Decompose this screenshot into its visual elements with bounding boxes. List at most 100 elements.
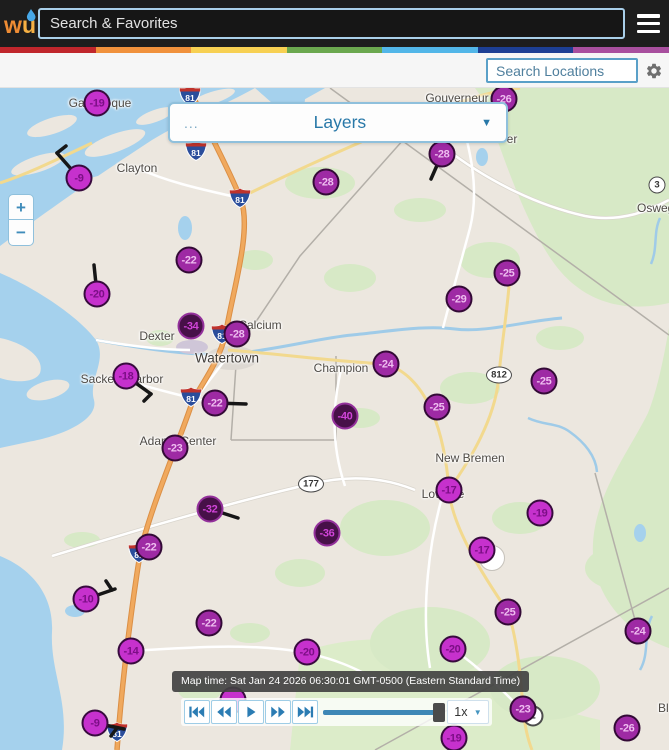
layers-dropdown[interactable]: ... Layers ▼ — [168, 102, 508, 143]
skip-to-end-icon — [296, 705, 314, 719]
station-temperature: -19 — [90, 97, 105, 109]
station-marker[interactable]: -17 — [436, 477, 463, 504]
station-marker[interactable]: -25 — [495, 599, 522, 626]
station-marker[interactable]: -28 — [429, 141, 456, 168]
station-marker[interactable]: -32 — [197, 496, 224, 523]
map-label: Clayton — [117, 161, 158, 175]
station-temperature: -9 — [90, 717, 99, 729]
zoom-in-button[interactable]: + — [8, 194, 34, 220]
station-temperature: -19 — [533, 507, 548, 519]
station-marker[interactable]: -22 — [136, 534, 163, 561]
play-button[interactable] — [238, 700, 264, 724]
station-marker[interactable]: -34 — [178, 313, 205, 340]
station-temperature: -22 — [202, 617, 217, 629]
station-marker[interactable]: -20 — [294, 639, 321, 666]
station-marker[interactable]: -10 — [73, 586, 100, 613]
gear-icon[interactable] — [645, 62, 663, 80]
step-back-button[interactable] — [211, 700, 237, 724]
station-marker[interactable]: -26 — [614, 715, 641, 742]
skip-to-end-button[interactable] — [292, 700, 318, 724]
station-temperature: -9 — [74, 172, 83, 184]
station-marker[interactable]: -19 — [441, 725, 468, 750]
station-marker[interactable]: -19 — [527, 500, 554, 527]
station-marker[interactable]: -20 — [84, 281, 111, 308]
station-marker[interactable]: -18 — [113, 363, 140, 390]
station-temperature: -17 — [442, 484, 457, 496]
station-temperature: -28 — [230, 328, 245, 340]
layers-more-dots[interactable]: ... — [184, 115, 199, 131]
station-marker[interactable]: -24 — [373, 351, 400, 378]
station-temperature: -25 — [430, 401, 445, 413]
station-marker[interactable]: -20 — [440, 636, 467, 663]
route-3-shield: 3 — [649, 177, 666, 194]
station-temperature: -34 — [184, 320, 199, 332]
station-temperature: -24 — [631, 625, 646, 637]
station-temperature: -14 — [124, 645, 139, 657]
fast-forward-icon — [269, 705, 287, 719]
map-label: New Bremen — [435, 451, 504, 465]
station-temperature: -25 — [501, 606, 516, 618]
search-favorites-input[interactable] — [38, 8, 625, 39]
station-marker[interactable]: -28 — [224, 321, 251, 348]
hamburger-menu-icon[interactable] — [637, 14, 660, 33]
station-temperature: -28 — [435, 148, 450, 160]
rewind-icon — [215, 705, 233, 719]
station-temperature: -20 — [446, 643, 461, 655]
station-marker[interactable]: -28 — [313, 169, 340, 196]
svg-text:81: 81 — [186, 394, 196, 404]
water-drop-icon — [27, 9, 36, 21]
station-marker[interactable]: -9 — [82, 710, 109, 737]
station-marker[interactable]: -23 — [510, 696, 537, 723]
wunderground-logo[interactable]: w u — [4, 8, 38, 40]
map-label: Watertown — [195, 351, 259, 366]
map-label: Bl — [658, 701, 669, 715]
map-time-tooltip: Map time: Sat Jan 24 2026 06:30:01 GMT-0… — [172, 671, 529, 692]
station-marker[interactable]: -9 — [66, 165, 93, 192]
station-temperature: -19 — [447, 732, 462, 744]
station-marker[interactable]: -17 — [469, 537, 496, 564]
chevron-down-icon[interactable]: ▼ — [481, 117, 492, 129]
search-locations-input[interactable] — [486, 58, 638, 83]
station-temperature: -36 — [320, 527, 335, 539]
svg-text:81: 81 — [191, 148, 201, 158]
route-177-shield: 177 — [298, 476, 324, 493]
weather-map[interactable]: GananoqueClaytonGouverneurerOswegaDexter… — [0, 88, 669, 750]
map-label: er — [507, 132, 518, 146]
station-temperature: -20 — [90, 288, 105, 300]
station-marker[interactable]: -25 — [424, 394, 451, 421]
slider-track[interactable] — [323, 710, 443, 715]
timeline-slider[interactable] — [323, 700, 443, 724]
slider-thumb[interactable] — [433, 703, 445, 722]
map-label: Champion — [314, 361, 369, 375]
station-marker[interactable]: -22 — [202, 390, 229, 417]
station-marker[interactable]: -23 — [162, 435, 189, 462]
station-temperature: -22 — [182, 254, 197, 266]
interstate-81-shield: 81 — [180, 387, 202, 407]
station-marker[interactable]: -36 — [314, 520, 341, 547]
zoom-out-button[interactable]: − — [8, 220, 34, 246]
station-temperature: -28 — [319, 176, 334, 188]
toolbar — [0, 53, 669, 88]
chevron-down-icon: ▼ — [474, 708, 482, 717]
station-temperature: -22 — [142, 541, 157, 553]
station-temperature: -24 — [379, 358, 394, 370]
station-marker[interactable]: -40 — [332, 403, 359, 430]
station-marker[interactable]: -25 — [494, 260, 521, 287]
station-marker[interactable]: -22 — [176, 247, 203, 274]
station-marker[interactable]: -25 — [531, 368, 558, 395]
station-marker[interactable]: -19 — [84, 90, 111, 117]
station-marker[interactable]: -29 — [446, 286, 473, 313]
skip-to-start-button[interactable] — [184, 700, 210, 724]
map-label: Dexter — [139, 329, 174, 343]
speed-value: 1x — [454, 705, 467, 719]
zoom-control: + − — [8, 194, 34, 246]
station-marker[interactable]: -24 — [625, 618, 652, 645]
station-marker[interactable]: -22 — [196, 610, 223, 637]
svg-text:81: 81 — [235, 195, 245, 205]
step-forward-button[interactable] — [265, 700, 291, 724]
station-temperature: -10 — [79, 593, 94, 605]
station-marker[interactable]: -14 — [118, 638, 145, 665]
speed-selector[interactable]: 1x ▼ — [447, 700, 489, 724]
station-temperature: -25 — [537, 375, 552, 387]
station-temperature: -17 — [475, 544, 490, 556]
